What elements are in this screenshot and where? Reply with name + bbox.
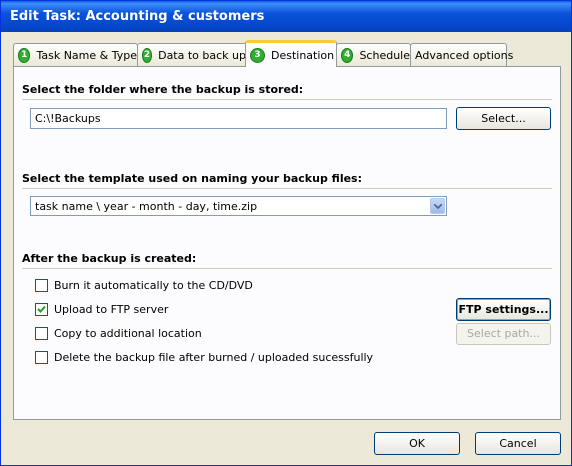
tab-destination[interactable]: 3 Destination [245,40,337,67]
copy-location-checkbox[interactable] [35,327,48,340]
window-title: Edit Task: Accounting & customers [10,9,265,24]
filename-template-select[interactable]: task name \ year - month - day, time.zip [30,196,447,216]
chevron-down-icon[interactable] [430,198,445,214]
step-4-icon: 4 [341,47,354,63]
tab-data-to-back-up[interactable]: 2 Data to back up [137,43,247,66]
backup-folder-input[interactable]: C:\!Backups [30,108,447,129]
ok-button[interactable]: OK [374,432,460,455]
tab-label: Advanced options [415,48,514,62]
tab-label: Schedule [359,48,410,62]
template-heading: Select the template used on naming your … [22,172,362,185]
divider [22,188,552,189]
folder-heading: Select the folder where the backup is st… [22,83,304,96]
step-1-icon: 1 [18,47,31,63]
upload-ftp-checkbox[interactable] [35,303,48,316]
burn-cd-checkbox[interactable] [35,279,48,292]
title-bar[interactable]: Edit Task: Accounting & customers [1,1,571,32]
cancel-button[interactable]: Cancel [475,432,561,455]
destination-panel: Select the folder where the backup is st… [13,66,561,420]
step-2-icon: 2 [142,47,153,63]
step-3-icon: 3 [250,47,265,63]
tab-advanced-options[interactable]: Advanced options [410,43,513,66]
select-path-button[interactable]: Select path... [456,323,551,345]
divider [22,99,552,100]
checkmark-icon [37,305,46,313]
delete-after-checkbox[interactable] [35,351,48,364]
burn-cd-label: Burn it automatically to the CD/DVD [54,279,253,292]
tab-label: Destination [271,48,335,62]
after-backup-heading: After the backup is created: [22,252,197,265]
tab-schedule[interactable]: 4 Schedule [336,43,411,66]
select-folder-button[interactable]: Select... [456,107,551,130]
edit-task-dialog: Edit Task: Accounting & customers 1 Task… [0,0,572,466]
copy-location-label: Copy to additional location [54,327,202,340]
divider [22,268,552,269]
template-selected-value: task name \ year - month - day, time.zip [35,200,258,213]
tab-task-name-type[interactable]: 1 Task Name & Type [13,43,138,66]
tab-label: Data to back up [158,48,246,62]
upload-ftp-label: Upload to FTP server [54,303,169,316]
delete-after-label: Delete the backup file after burned / up… [54,351,374,364]
ftp-settings-button[interactable]: FTP settings... [456,298,551,321]
tab-label: Task Name & Type [36,48,137,62]
